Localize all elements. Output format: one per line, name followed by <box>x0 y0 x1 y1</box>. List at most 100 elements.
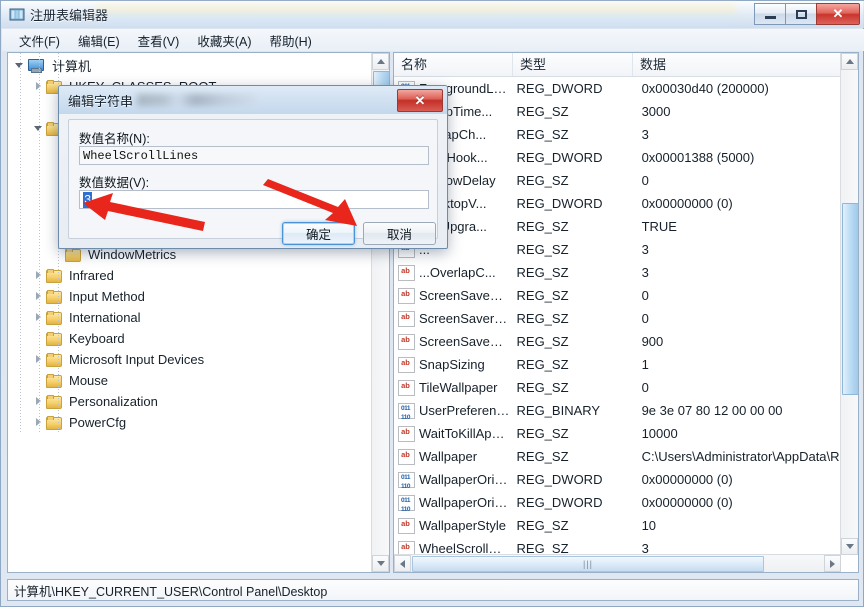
value-type-cell: REG_DWORD <box>510 150 635 165</box>
values-horizontal-scrollbar[interactable]: ||| <box>394 554 841 572</box>
value-type-cell: REG_SZ <box>510 518 635 533</box>
binary-value-icon: 011110 <box>398 495 414 510</box>
cancel-button[interactable]: 取消 <box>363 222 436 245</box>
tree-item-label: Keyboard <box>66 331 128 346</box>
table-row[interactable]: abTileWallpaperREG_SZ0 <box>394 376 858 399</box>
table-row[interactable]: 011110UserPreferenc...REG_BINARY9e 3e 07… <box>394 399 858 422</box>
value-data-cell: 0 <box>635 173 858 188</box>
table-row[interactable]: abScreenSaverIs...REG_SZ0 <box>394 307 858 330</box>
close-button[interactable]: ✕ <box>816 3 860 25</box>
menu-favorites[interactable]: 收藏夹(A) <box>188 29 260 52</box>
status-bar-path: 计算机\HKEY_CURRENT_USER\Control Panel\Desk… <box>14 581 327 600</box>
value-type-cell: REG_SZ <box>510 242 635 257</box>
tree-item-label: International <box>66 310 144 325</box>
value-name-input[interactable]: WheelScrollLines <box>79 146 429 165</box>
values-scroll-right-button[interactable] <box>824 555 841 572</box>
table-row[interactable]: ab...AppTime...REG_SZ3000 <box>394 100 858 123</box>
tree-item-microsoft-input-devices[interactable]: Microsoft Input Devices <box>8 349 389 370</box>
value-name-cell: SnapSizing <box>419 357 510 372</box>
table-row[interactable]: abWallpaperREG_SZC:\Users\Administrator\… <box>394 445 858 468</box>
binary-value-icon: 011110 <box>398 472 414 487</box>
computer-icon <box>27 59 44 73</box>
table-row[interactable]: 011110WallpaperOrig...REG_DWORD0x0000000… <box>394 491 858 514</box>
value-data-input[interactable]: 3 <box>79 190 429 209</box>
column-header-name[interactable]: 名称 <box>394 53 512 76</box>
string-value-icon: ab <box>398 449 414 464</box>
table-row[interactable]: ab...n Upgra...REG_SZTRUE <box>394 215 858 238</box>
dialog-close-button[interactable]: ✕ <box>397 89 443 112</box>
table-row[interactable]: abWallpaperStyleREG_SZ10 <box>394 514 858 537</box>
values-scroll-left-button[interactable] <box>394 555 411 572</box>
value-name-cell: WallpaperOrig... <box>419 495 510 510</box>
menu-file[interactable]: 文件(F) <box>10 29 69 52</box>
edit-string-dialog: 编辑字符串 ✕ 数值名称(N): WheelScrollLines 数值数据(V… <box>58 85 448 249</box>
table-row[interactable]: 011110...esktopV...REG_DWORD0x00000000 (… <box>394 192 858 215</box>
table-row[interactable]: ab...OverlapC...REG_SZ3 <box>394 261 858 284</box>
values-hscroll-thumb[interactable]: ||| <box>412 556 764 572</box>
values-vertical-scrollbar[interactable] <box>840 53 858 555</box>
registry-values-pane[interactable]: 名称 类型 数据 011110ForegroundLo...REG_DWORD0… <box>393 52 859 573</box>
status-bar: 计算机\HKEY_CURRENT_USER\Control Panel\Desk… <box>7 579 859 601</box>
tree-item-infrared[interactable]: Infrared <box>8 265 389 286</box>
value-type-cell: REG_SZ <box>510 334 635 349</box>
tree-item-keyboard[interactable]: Keyboard <box>8 328 389 349</box>
menu-view[interactable]: 查看(V) <box>129 29 189 52</box>
value-data-cell: 10 <box>635 518 858 533</box>
value-data-cell: 3 <box>635 127 858 142</box>
ok-button[interactable]: 确定 <box>282 222 355 245</box>
tree-item-mouse[interactable]: Mouse <box>8 370 389 391</box>
value-name-text: WheelScrollLines <box>83 148 198 164</box>
value-name-cell: ScreenSaveTim... <box>419 334 510 349</box>
value-type-cell: REG_SZ <box>510 357 635 372</box>
value-type-cell: REG_SZ <box>510 127 635 142</box>
value-data-cell: 3000 <box>635 104 858 119</box>
menu-help[interactable]: 帮助(H) <box>260 29 320 52</box>
tree-scroll-down-button[interactable] <box>372 555 389 572</box>
value-type-cell: REG_SZ <box>510 173 635 188</box>
menu-edit[interactable]: 编辑(E) <box>69 29 129 52</box>
folder-icon <box>65 248 80 261</box>
table-row[interactable]: abWaitToKillApp...REG_SZ10000 <box>394 422 858 445</box>
tree-item-label: 计算机 <box>49 56 94 75</box>
tree-item-input-method[interactable]: Input Method <box>8 286 389 307</box>
menu-bar: 文件(F)编辑(E)查看(V)收藏夹(A)帮助(H) <box>2 29 864 51</box>
table-row[interactable]: abScreenSaveTim...REG_SZ900 <box>394 330 858 353</box>
string-value-icon: ab <box>398 380 414 395</box>
value-data-cell: 9e 3e 07 80 12 00 00 00 <box>635 403 858 418</box>
value-data-cell: 0 <box>635 311 858 326</box>
column-header-data[interactable]: 数据 <box>632 53 842 76</box>
minimize-button[interactable] <box>754 3 786 25</box>
tree-item-international[interactable]: International <box>8 307 389 328</box>
title-bar: 注册表编辑器 ✕ <box>1 1 864 28</box>
tree-item--[interactable]: 计算机 <box>8 55 389 76</box>
string-value-icon: ab <box>398 357 414 372</box>
value-type-cell: REG_DWORD <box>510 495 635 510</box>
table-row[interactable]: 011110ForegroundLo...REG_DWORD0x00030d40… <box>394 77 858 100</box>
value-data-text: 3 <box>83 192 92 208</box>
tree-scroll-up-button[interactable] <box>372 53 389 70</box>
table-row[interactable]: ab...ShowDelayREG_SZ0 <box>394 169 858 192</box>
table-row[interactable]: abScreenSaveActi...REG_SZ0 <box>394 284 858 307</box>
values-scroll-up-button[interactable] <box>841 53 858 70</box>
value-name-cell: TileWallpaper <box>419 380 510 395</box>
value-data-cell: 0x00030d40 (200000) <box>635 81 858 96</box>
table-row[interactable]: 011110WallpaperOrig...REG_DWORD0x0000000… <box>394 468 858 491</box>
values-scroll-down-button[interactable] <box>841 538 858 555</box>
table-row[interactable]: ab...REG_SZ3 <box>394 238 858 261</box>
column-header-type[interactable]: 类型 <box>512 53 632 76</box>
value-data-cell: 0 <box>635 288 858 303</box>
values-scroll-thumb[interactable] <box>842 203 859 395</box>
table-row[interactable]: 011110...velHook...REG_DWORD0x00001388 (… <box>394 146 858 169</box>
title-gloss-decoration <box>96 1 736 28</box>
string-value-icon: ab <box>398 518 414 533</box>
tree-item-powercfg[interactable]: PowerCfg <box>8 412 389 433</box>
table-row[interactable]: ab SnapSizingREG_SZ1 <box>394 353 858 376</box>
value-data-cell: C:\Users\Administrator\AppData\R <box>635 449 858 464</box>
value-type-cell: REG_DWORD <box>510 81 635 96</box>
tree-item-personalization[interactable]: Personalization <box>8 391 389 412</box>
maximize-button[interactable] <box>785 3 817 25</box>
value-type-cell: REG_SZ <box>510 380 635 395</box>
value-data-cell: 3 <box>635 242 858 257</box>
table-row[interactable]: ab...erlapCh...REG_SZ3 <box>394 123 858 146</box>
value-data-cell: 1 <box>635 357 858 372</box>
